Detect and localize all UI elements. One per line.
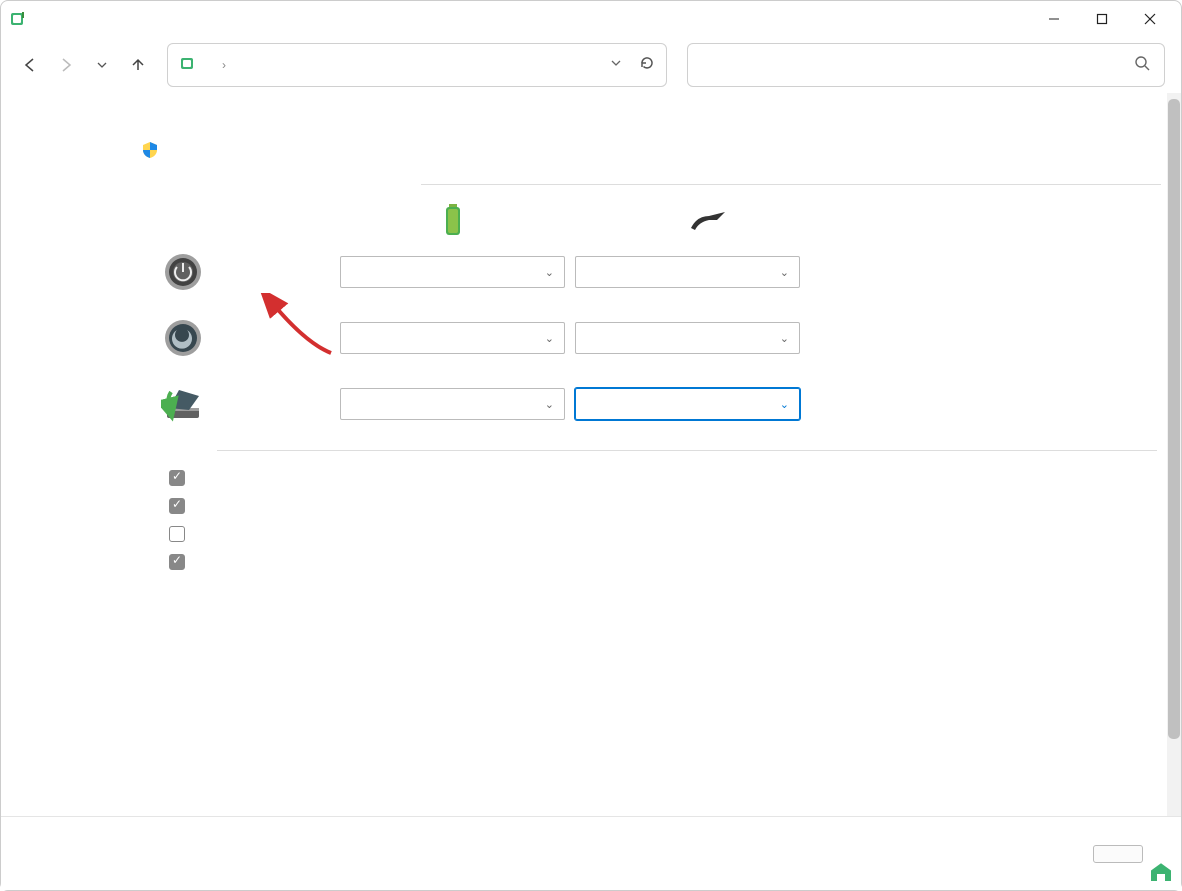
plug-icon [689,208,727,237]
titlebar [1,1,1181,37]
chevron-down-icon: ⌄ [545,398,554,411]
checkbox-lock[interactable] [169,554,185,570]
watermark-icon [1151,863,1171,881]
folder-icon [178,53,198,78]
chevron-down-icon: ⌄ [545,266,554,279]
col-plugged [689,208,919,237]
chevron-down-icon: ⌄ [545,332,554,345]
power-button-icon [161,252,205,292]
scrollbar-thumb[interactable] [1168,99,1180,739]
row-sleep-button: ⌄ ⌄ [161,318,1127,358]
minimize-button[interactable] [1031,4,1077,34]
app-icon [9,10,27,28]
refresh-button[interactable] [638,54,656,77]
address-bar[interactable]: › [167,43,667,87]
search-icon[interactable] [1134,55,1150,76]
combo-lid-plugged[interactable]: ⌄ [575,388,800,420]
check-sleep [169,497,1127,515]
back-button[interactable] [17,52,43,78]
checkbox-sleep[interactable] [169,498,185,514]
combo-sleep-battery[interactable]: ⌄ [340,322,565,354]
toolbar: › [1,37,1181,93]
combo-power-plugged[interactable]: ⌄ [575,256,800,288]
search-input[interactable] [702,57,1134,74]
col-battery [441,203,671,242]
lid-icon [161,384,205,424]
sleep-button-icon [161,318,205,358]
combo-sleep-plugged[interactable]: ⌄ [575,322,800,354]
up-button[interactable] [125,52,151,78]
vertical-scrollbar[interactable] [1167,93,1181,890]
chevron-down-icon: ⌄ [780,332,789,345]
chevron-right-icon: › [222,58,226,72]
battery-icon [441,203,465,242]
maximize-button[interactable] [1079,4,1125,34]
footer [1,816,1181,890]
checkbox-fast-startup[interactable] [169,470,185,486]
content-area: ⌄ ⌄ ⌄ ⌄ ⌄ ⌄ [1,93,1167,890]
chevron-down-icon: ⌄ [780,398,789,411]
close-button[interactable] [1127,4,1173,34]
window: › [0,0,1182,891]
save-button[interactable] [1093,845,1143,863]
row-close-lid: ⌄ ⌄ [161,384,1127,424]
combo-power-battery[interactable]: ⌄ [340,256,565,288]
row-power-button: ⌄ ⌄ [161,252,1127,292]
check-lock [169,553,1127,571]
uac-change-link-row [141,141,1127,164]
check-fast-startup [169,469,1127,487]
recent-dropdown[interactable] [89,52,115,78]
chevron-down-icon: ⌄ [780,266,789,279]
forward-button[interactable] [53,52,79,78]
watermark [1151,861,1173,882]
shield-icon [141,141,159,164]
search-box[interactable] [687,43,1165,87]
check-hibernate [169,525,1127,543]
address-dropdown-icon[interactable] [610,56,622,74]
column-headers [141,203,1127,242]
checkbox-hibernate[interactable] [169,526,185,542]
combo-lid-battery[interactable]: ⌄ [340,388,565,420]
